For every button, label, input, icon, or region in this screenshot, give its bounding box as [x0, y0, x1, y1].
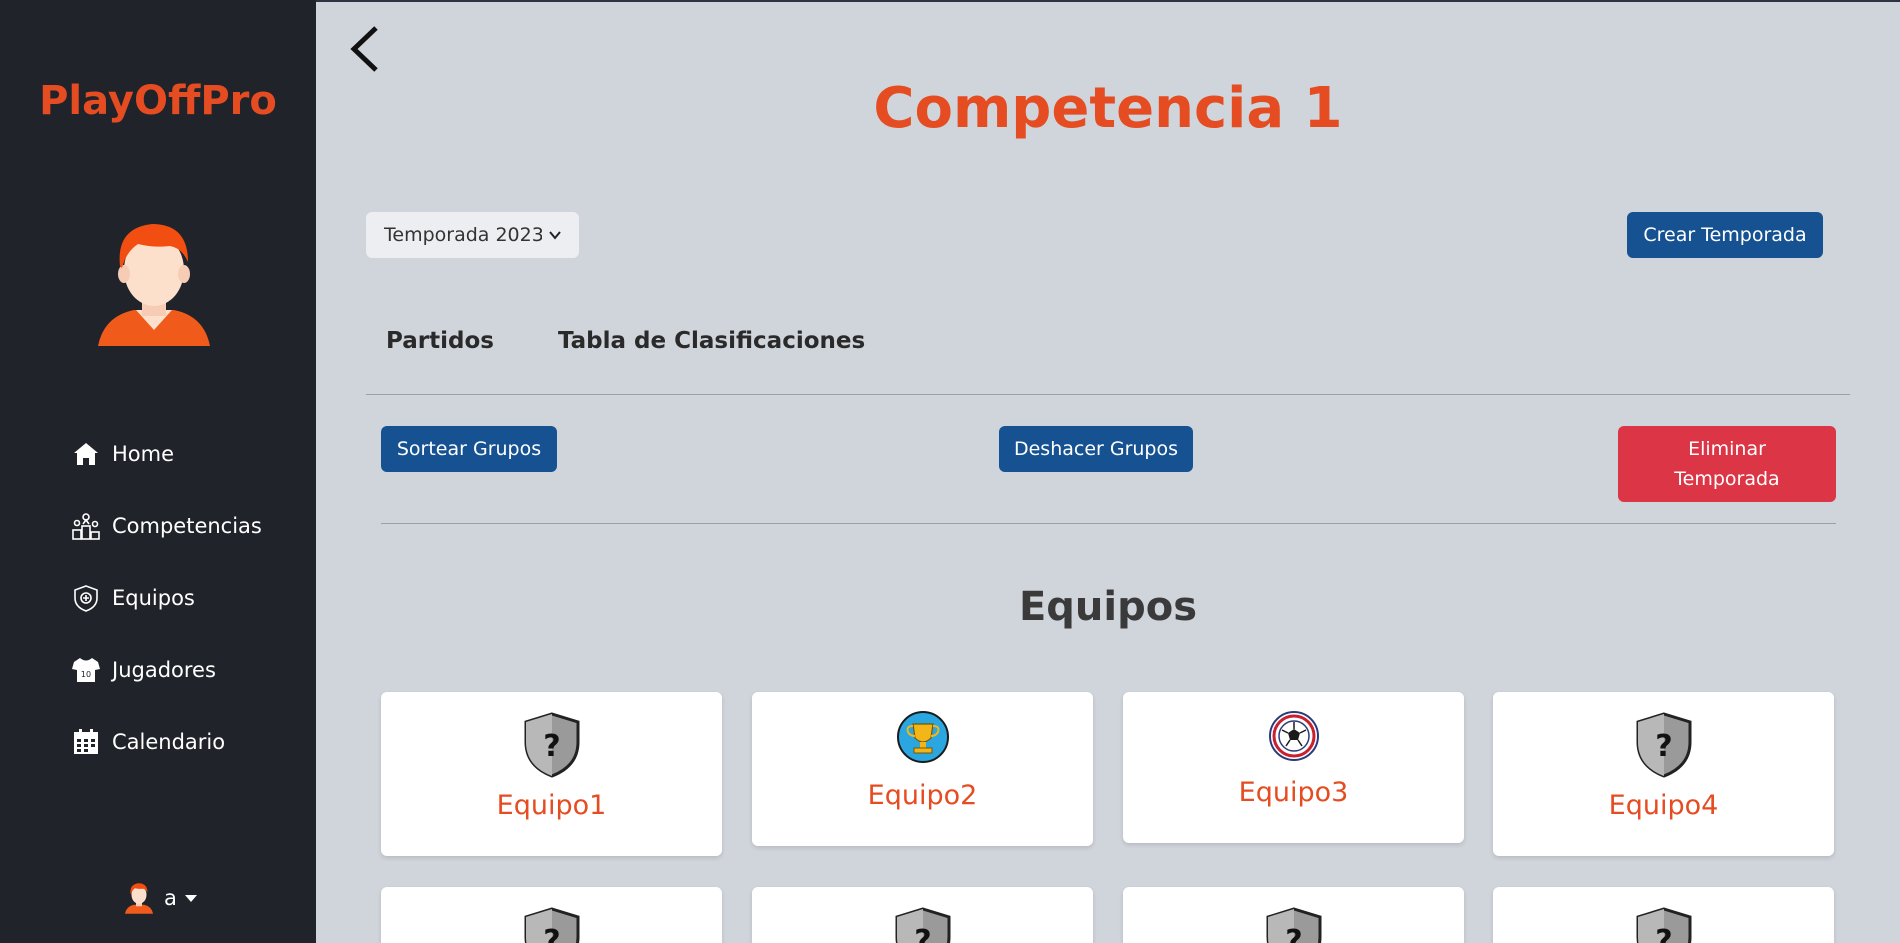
- team-shield-icon: [70, 582, 102, 614]
- user-avatar: [98, 224, 210, 346]
- unknown-shield-icon: ?: [524, 907, 579, 943]
- chevron-down-icon: [549, 231, 561, 240]
- sidebar-item-label: Equipos: [112, 586, 195, 610]
- sidebar-item-label: Competencias: [112, 514, 262, 538]
- unknown-shield-icon: ?: [895, 907, 950, 943]
- team-card[interactable]: ? Equipo4: [1493, 692, 1834, 856]
- tab-partidos[interactable]: Partidos: [386, 328, 494, 354]
- team-card[interactable]: ?: [752, 887, 1093, 943]
- team-name: Equipo1: [496, 790, 607, 821]
- svg-text:?: ?: [1655, 729, 1672, 764]
- draw-groups-button[interactable]: Sortear Grupos: [381, 426, 557, 472]
- sidebar-item-calendario[interactable]: Calendario: [70, 706, 262, 778]
- team-card[interactable]: ?: [381, 887, 722, 943]
- user-name: a: [164, 886, 177, 910]
- unknown-shield-icon: ?: [1636, 712, 1691, 778]
- team-card[interactable]: ? Equipo1: [381, 692, 722, 856]
- jersey-icon: 10: [70, 654, 102, 686]
- sidebar-item-equipos[interactable]: Equipos: [70, 562, 262, 634]
- trophy-podium-icon: [70, 510, 102, 542]
- team-card[interactable]: Equipo2: [752, 692, 1093, 846]
- team-card[interactable]: ?: [1123, 887, 1464, 943]
- team-name: Equipo3: [1238, 777, 1349, 808]
- svg-text:10: 10: [81, 670, 91, 679]
- back-arrow-icon[interactable]: [346, 24, 386, 74]
- unknown-shield-icon: ?: [524, 712, 579, 778]
- team-name: Equipo4: [1608, 790, 1719, 821]
- create-season-button[interactable]: Crear Temporada: [1627, 212, 1823, 258]
- svg-text:?: ?: [543, 729, 560, 764]
- sidebar-item-label: Jugadores: [112, 658, 216, 682]
- svg-text:?: ?: [1285, 924, 1302, 943]
- tab-tabla-clasificaciones[interactable]: Tabla de Clasificaciones: [558, 328, 865, 354]
- actions-divider: [381, 523, 1836, 524]
- sidebar: PlayOffPro Home Competencias Equipos 10 …: [0, 0, 316, 943]
- svg-text:?: ?: [914, 924, 931, 943]
- calendar-icon: [70, 726, 102, 758]
- soccer-ball-icon: [1268, 711, 1319, 761]
- unknown-shield-icon: ?: [1636, 907, 1691, 943]
- sidebar-nav: Home Competencias Equipos 10 Jugadores C…: [70, 418, 262, 778]
- team-card[interactable]: Equipo3: [1123, 692, 1464, 843]
- sidebar-item-home[interactable]: Home: [70, 418, 262, 490]
- home-icon: [70, 438, 102, 470]
- sidebar-item-jugadores[interactable]: 10 Jugadores: [70, 634, 262, 706]
- main-content: Competencia 1 Temporada 2023 Crear Tempo…: [316, 0, 1900, 943]
- season-selected-value: Temporada 2023: [384, 224, 542, 246]
- undo-groups-button[interactable]: Deshacer Grupos: [999, 426, 1193, 472]
- user-menu-dropdown[interactable]: a: [124, 880, 197, 916]
- page-title: Competencia 1: [873, 76, 1343, 141]
- teams-section-title: Equipos: [1018, 584, 1198, 630]
- sidebar-item-label: Home: [112, 442, 175, 466]
- season-select[interactable]: Temporada 2023: [366, 212, 579, 258]
- sidebar-item-competencias[interactable]: Competencias: [70, 490, 262, 562]
- svg-text:?: ?: [1655, 924, 1672, 943]
- tabs-divider: [366, 394, 1850, 395]
- team-name: Equipo2: [867, 780, 978, 811]
- delete-season-button[interactable]: Eliminar Temporada: [1618, 426, 1836, 502]
- svg-text:?: ?: [543, 924, 560, 943]
- brand-logo[interactable]: PlayOffPro: [0, 78, 316, 124]
- team-card[interactable]: ?: [1493, 887, 1834, 943]
- trophy-icon: [896, 711, 949, 763]
- user-avatar-small: [125, 883, 153, 914]
- caret-down-icon: [184, 894, 197, 902]
- unknown-shield-icon: ?: [1266, 907, 1321, 943]
- tabs: Partidos Tabla de Clasificaciones: [366, 328, 909, 354]
- sidebar-item-label: Calendario: [112, 730, 226, 754]
